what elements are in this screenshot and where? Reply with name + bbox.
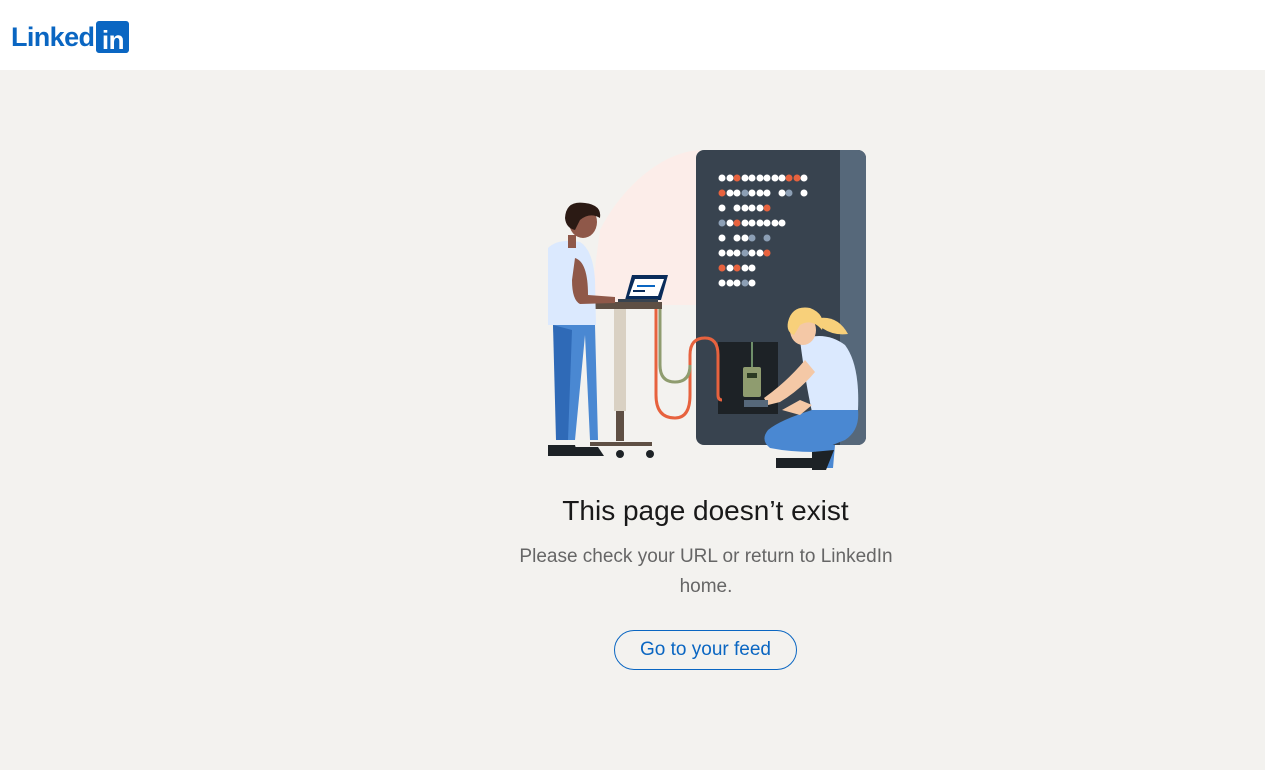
error-message: Please check your URL or return to Linke… bbox=[519, 546, 893, 597]
server-repair-illustration-icon bbox=[548, 150, 866, 470]
logo-wordmark: Linked bbox=[11, 22, 95, 52]
error-page-content: This page doesn’t exist Please check you… bbox=[0, 70, 1265, 770]
logo-in-box-icon: in bbox=[96, 21, 130, 55]
go-to-feed-button[interactable]: Go to your feed bbox=[614, 630, 797, 670]
logo-in-text: in bbox=[101, 24, 125, 55]
page-title: This page doesn’t exist bbox=[562, 495, 849, 526]
top-bar: Linked in bbox=[0, 0, 1265, 70]
linkedin-logo[interactable]: Linked in bbox=[11, 21, 130, 55]
